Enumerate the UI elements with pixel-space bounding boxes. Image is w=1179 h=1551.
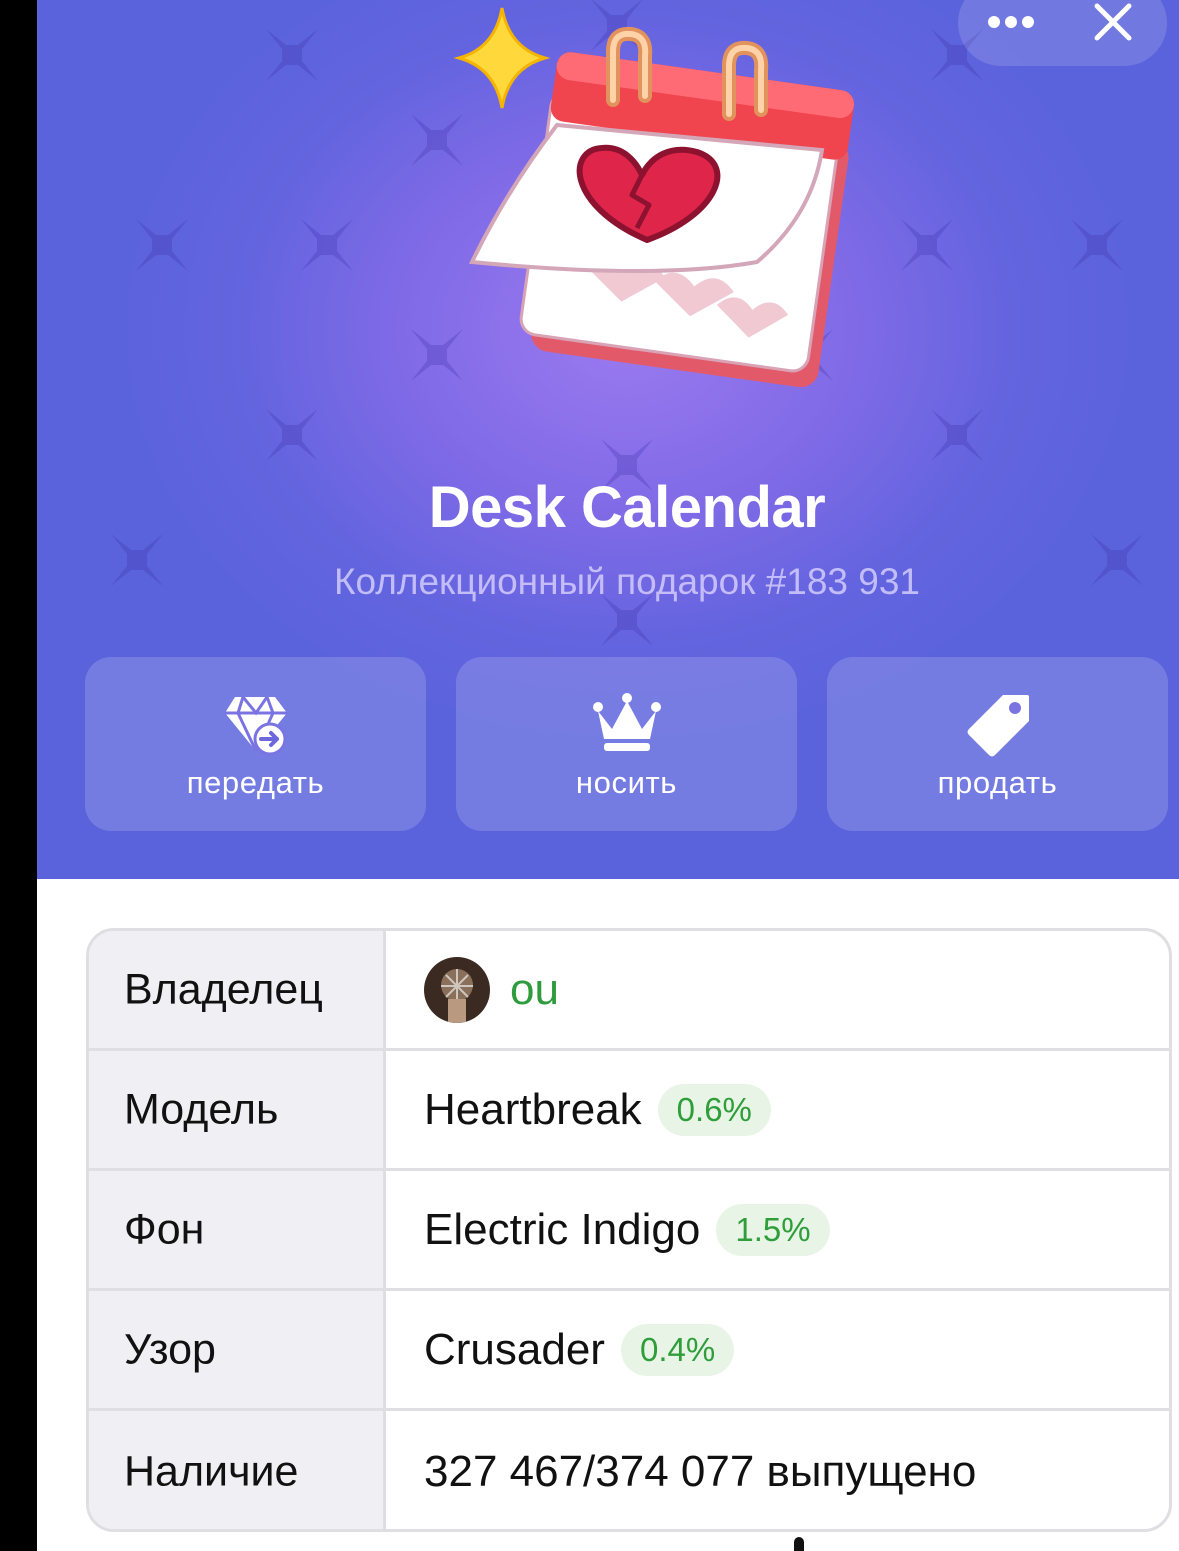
desk-calendar-icon xyxy=(453,7,855,388)
sell-button[interactable]: продать xyxy=(827,657,1168,831)
table-row-pattern: Узор Crusader 0.4% xyxy=(89,1288,1169,1408)
gift-details-table: Владелец ou Модель Heartbreak 0.6% Фон E… xyxy=(86,928,1172,1532)
table-row-availability: Наличие 327 467/374 077 выпущено xyxy=(89,1408,1169,1529)
pattern-rarity-badge[interactable]: 0.4% xyxy=(620,1323,735,1376)
action-buttons: передать носить продать xyxy=(85,657,1169,831)
backdrop-label: Фон xyxy=(124,1205,205,1253)
close-icon xyxy=(1094,3,1132,41)
crown-icon xyxy=(592,693,661,751)
more-button[interactable] xyxy=(981,0,1041,44)
model-label: Модель xyxy=(124,1085,279,1133)
table-row-owner: Владелец ou xyxy=(89,931,1169,1048)
wear-button[interactable]: носить xyxy=(456,657,797,831)
model-value: Heartbreak xyxy=(424,1084,642,1134)
scroll-indicator xyxy=(794,1537,804,1551)
close-button[interactable] xyxy=(1089,0,1137,44)
gift-sheet: Desk Calendar Коллекционный подарок #183… xyxy=(37,0,1179,1551)
gift-subtitle: Коллекционный подарок #183 931 xyxy=(333,561,921,602)
owner-avatar[interactable] xyxy=(424,956,490,1023)
backdrop-rarity-badge[interactable]: 1.5% xyxy=(716,1203,830,1256)
owner-label: Владелец xyxy=(124,965,323,1013)
more-dots-icon xyxy=(988,16,1034,28)
wear-label: носить xyxy=(575,765,678,800)
sell-label: продать xyxy=(937,765,1058,800)
diamond-transfer-icon xyxy=(224,696,287,756)
table-row-model: Модель Heartbreak 0.6% xyxy=(89,1048,1169,1168)
pattern-label: Узор xyxy=(124,1325,216,1373)
transfer-label: передать xyxy=(186,765,325,800)
transfer-button[interactable]: передать xyxy=(85,657,426,831)
availability-label: Наличие xyxy=(124,1447,299,1495)
table-row-backdrop: Фон Electric Indigo 1.5% xyxy=(89,1168,1169,1288)
backdrop-value: Electric Indigo xyxy=(424,1204,701,1254)
availability-value: 327 467/374 077 выпущено xyxy=(424,1446,977,1496)
pattern-value: Crusader xyxy=(424,1324,605,1374)
model-rarity-badge[interactable]: 0.6% xyxy=(657,1083,771,1136)
price-tag-icon xyxy=(967,695,1029,757)
gift-title: Desk Calendar xyxy=(428,475,826,540)
gift-hero: Desk Calendar Коллекционный подарок #183… xyxy=(37,0,1179,879)
owner-name-link[interactable]: ou xyxy=(510,965,559,1015)
